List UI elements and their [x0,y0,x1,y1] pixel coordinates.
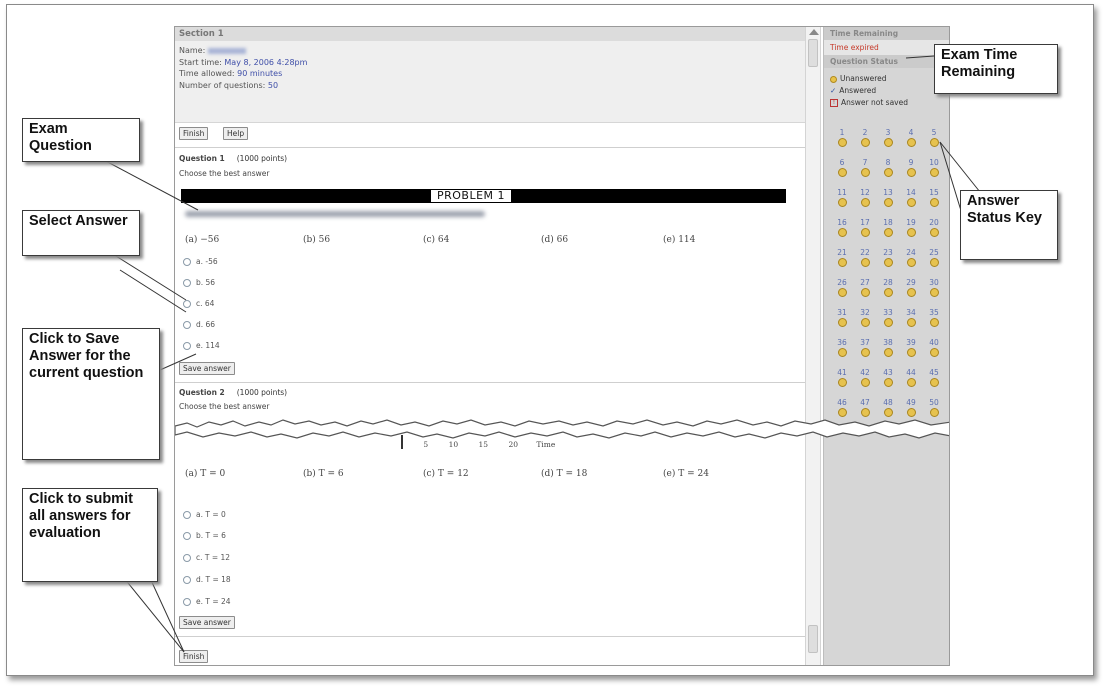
callout-exam-question: Exam Question [22,118,140,162]
callout-pointers [99,55,989,653]
callout-time-remaining: Exam Time Remaining [934,44,1058,94]
callout-submit-all: Click to submit all answers for evaluati… [22,488,158,582]
callout-select-answer: Select Answer [22,210,140,256]
callout-status-key: Answer Status Key [960,190,1058,260]
callout-save-answer: Click to Save Answer for the current que… [22,328,160,460]
